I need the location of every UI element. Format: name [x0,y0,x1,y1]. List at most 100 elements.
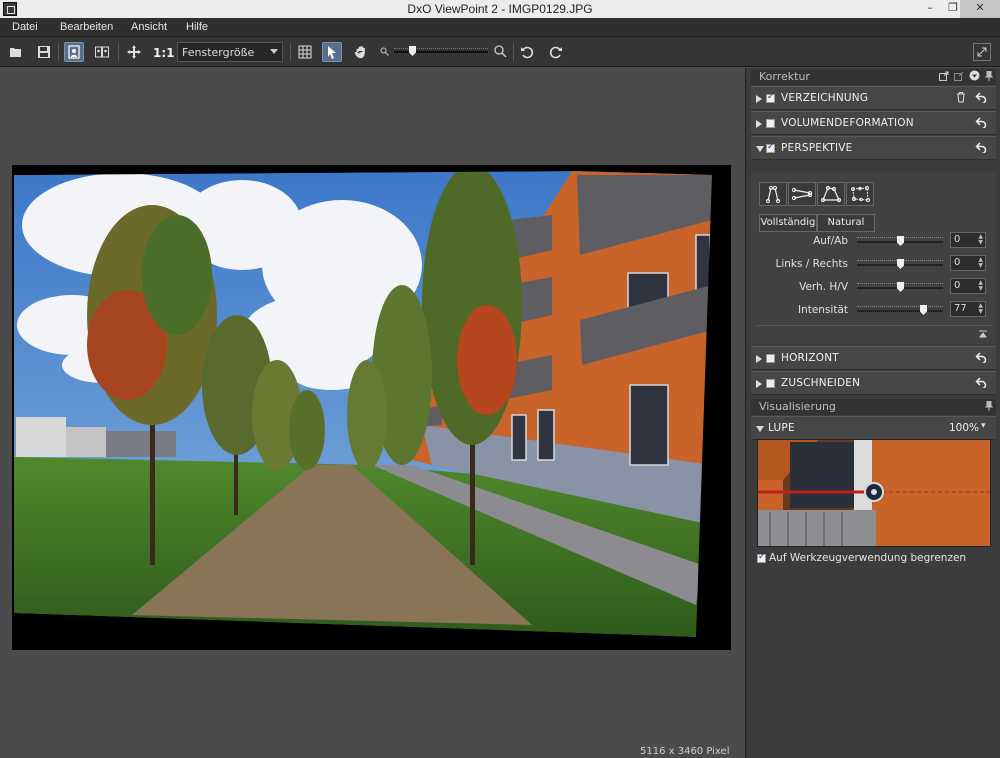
section-zuschneiden[interactable]: ZUSCHNEIDEN [751,371,996,395]
pointer-tool-icon[interactable] [322,42,342,62]
reset-icon[interactable] [975,351,987,363]
perspektive-checkbox[interactable] [766,142,775,153]
eight-point-tool-icon[interactable] [846,182,874,206]
mode-natural-button[interactable]: Natural [817,214,875,232]
single-view-icon[interactable] [64,42,84,62]
import-preset-icon[interactable] [954,71,964,81]
menu-ansicht[interactable]: Ansicht [131,21,167,33]
expand-icon[interactable] [756,355,762,363]
section-horizont[interactable]: HORIZONT [751,346,996,370]
section-verzeichnung[interactable]: VERZEICHNUNG [751,86,996,110]
photo-preview[interactable] [12,165,731,650]
auf-ab-value-text: 0 [954,234,961,245]
section-horizont-label: HORIZONT [781,352,839,364]
menu-bar: Datei Bearbeiten Ansicht Hilfe [0,18,1000,37]
pixel-dimensions: 5116 x 3460 Pixel [640,746,730,757]
intensitaet-value[interactable]: 77 ▲ ▼ [950,301,986,317]
zoom-in-icon[interactable] [494,45,507,58]
menu-hilfe[interactable]: Hilfe [186,21,208,33]
open-folder-icon[interactable] [6,42,26,62]
pin-icon[interactable] [985,401,993,411]
rectangle-tool-icon[interactable] [817,182,845,206]
reset-icon[interactable] [975,91,987,103]
section-volumendeformation[interactable]: VOLUMENDEFORMATION [751,111,996,135]
rotate-left-icon[interactable] [517,42,537,62]
mode-full-button[interactable]: Vollständig [759,214,817,232]
hand-tool-icon[interactable] [351,42,371,62]
reset-icon[interactable] [975,376,987,388]
collapse-panel-icon[interactable] [978,330,988,338]
zoom-select[interactable]: Fenstergröße [177,42,283,62]
expand-icon[interactable] [756,380,762,388]
spin-icon[interactable]: ▲ ▼ [978,234,983,246]
collapse-icon[interactable] [756,146,764,152]
export-preset-icon[interactable] [939,71,949,81]
slider-thumb[interactable] [897,236,904,246]
one-to-one-button[interactable]: 1:1 [153,46,175,60]
correction-header-label: Korrektur [759,70,810,83]
menu-datei[interactable]: Datei [12,21,38,33]
visualization-header: Visualisierung [751,399,996,415]
volumendeformation-checkbox[interactable] [766,119,775,128]
correction-panel: Korrektur VERZEICHNUNG VOLUMENDEFORMATIO… [745,68,1000,758]
chevron-down-icon [270,49,278,54]
expand-icon[interactable] [756,95,762,103]
verh-hv-value[interactable]: 0 ▲ ▼ [950,278,986,294]
divider [755,325,992,326]
slider-thumb[interactable] [897,259,904,269]
toolbar-divider [58,43,59,61]
image-canvas[interactable]: 5116 x 3460 Pixel [0,68,745,758]
zoom-select-value: Fenstergröße [182,46,255,59]
visualization-header-label: Visualisierung [759,400,836,413]
chevron-down-icon[interactable]: ▾ [981,421,986,431]
menu-bearbeiten[interactable]: Bearbeiten [60,21,113,33]
loupe-label: LUPE [768,422,795,434]
compare-view-icon[interactable] [92,42,112,62]
section-loupe[interactable]: LUPE 100% ▾ [751,416,996,440]
grid-icon[interactable] [295,42,315,62]
loupe-zoom[interactable]: 100% [949,422,979,434]
collapse-icon[interactable] [756,426,764,432]
zoom-slider[interactable] [380,45,510,59]
auf-ab-slider[interactable] [857,235,943,247]
toolbar: 1:1 Fenstergröße [0,37,1000,67]
vertical-lines-tool-icon[interactable] [759,182,787,206]
verh-hv-slider[interactable] [857,281,943,293]
move-icon[interactable] [124,42,144,62]
reset-icon[interactable] [975,141,987,153]
zuschneiden-checkbox[interactable] [766,379,775,388]
horizontal-lines-tool-icon[interactable] [788,182,816,206]
toolbar-divider [513,43,514,61]
slider-thumb[interactable] [897,282,904,292]
spin-icon[interactable]: ▲ ▼ [978,303,983,315]
auf-ab-value[interactable]: 0 ▲ ▼ [950,232,986,248]
zoom-out-icon[interactable] [380,47,389,56]
zoom-slider-thumb[interactable] [409,46,416,56]
rotate-right-icon[interactable] [546,42,566,62]
verzeichnung-checkbox[interactable] [766,92,775,103]
horizont-checkbox[interactable] [766,354,775,363]
toolbar-divider [290,43,291,61]
links-rechts-slider[interactable] [857,258,943,270]
links-rechts-value[interactable]: 0 ▲ ▼ [950,255,986,271]
param-label-intensitaet: Intensität [797,304,848,316]
trash-icon[interactable] [956,91,966,103]
limit-to-tool-checkbox[interactable] [757,552,766,563]
intensitaet-slider[interactable] [857,304,943,316]
preset-menu-icon[interactable] [969,70,980,81]
reset-icon[interactable] [975,116,987,128]
section-perspektive[interactable]: PERSPEKTIVE [751,136,996,160]
spin-icon[interactable]: ▲ ▼ [978,257,983,269]
section-volumendeformation-label: VOLUMENDEFORMATION [781,117,914,129]
expand-icon[interactable] [756,120,762,128]
zoom-slider-track [394,51,488,53]
spin-icon[interactable]: ▲ ▼ [978,280,983,292]
slider-thumb[interactable] [920,305,927,315]
param-label-verh-hv: Verh. H/V [799,281,848,293]
save-icon[interactable] [34,42,54,62]
toolbar-divider [118,43,119,61]
limit-to-tool-label: Auf Werkzeugverwendung begrenzen [769,552,967,564]
close-button[interactable]: ✕ [960,0,1000,18]
pin-icon[interactable] [985,71,993,81]
fullscreen-icon[interactable] [973,43,991,61]
